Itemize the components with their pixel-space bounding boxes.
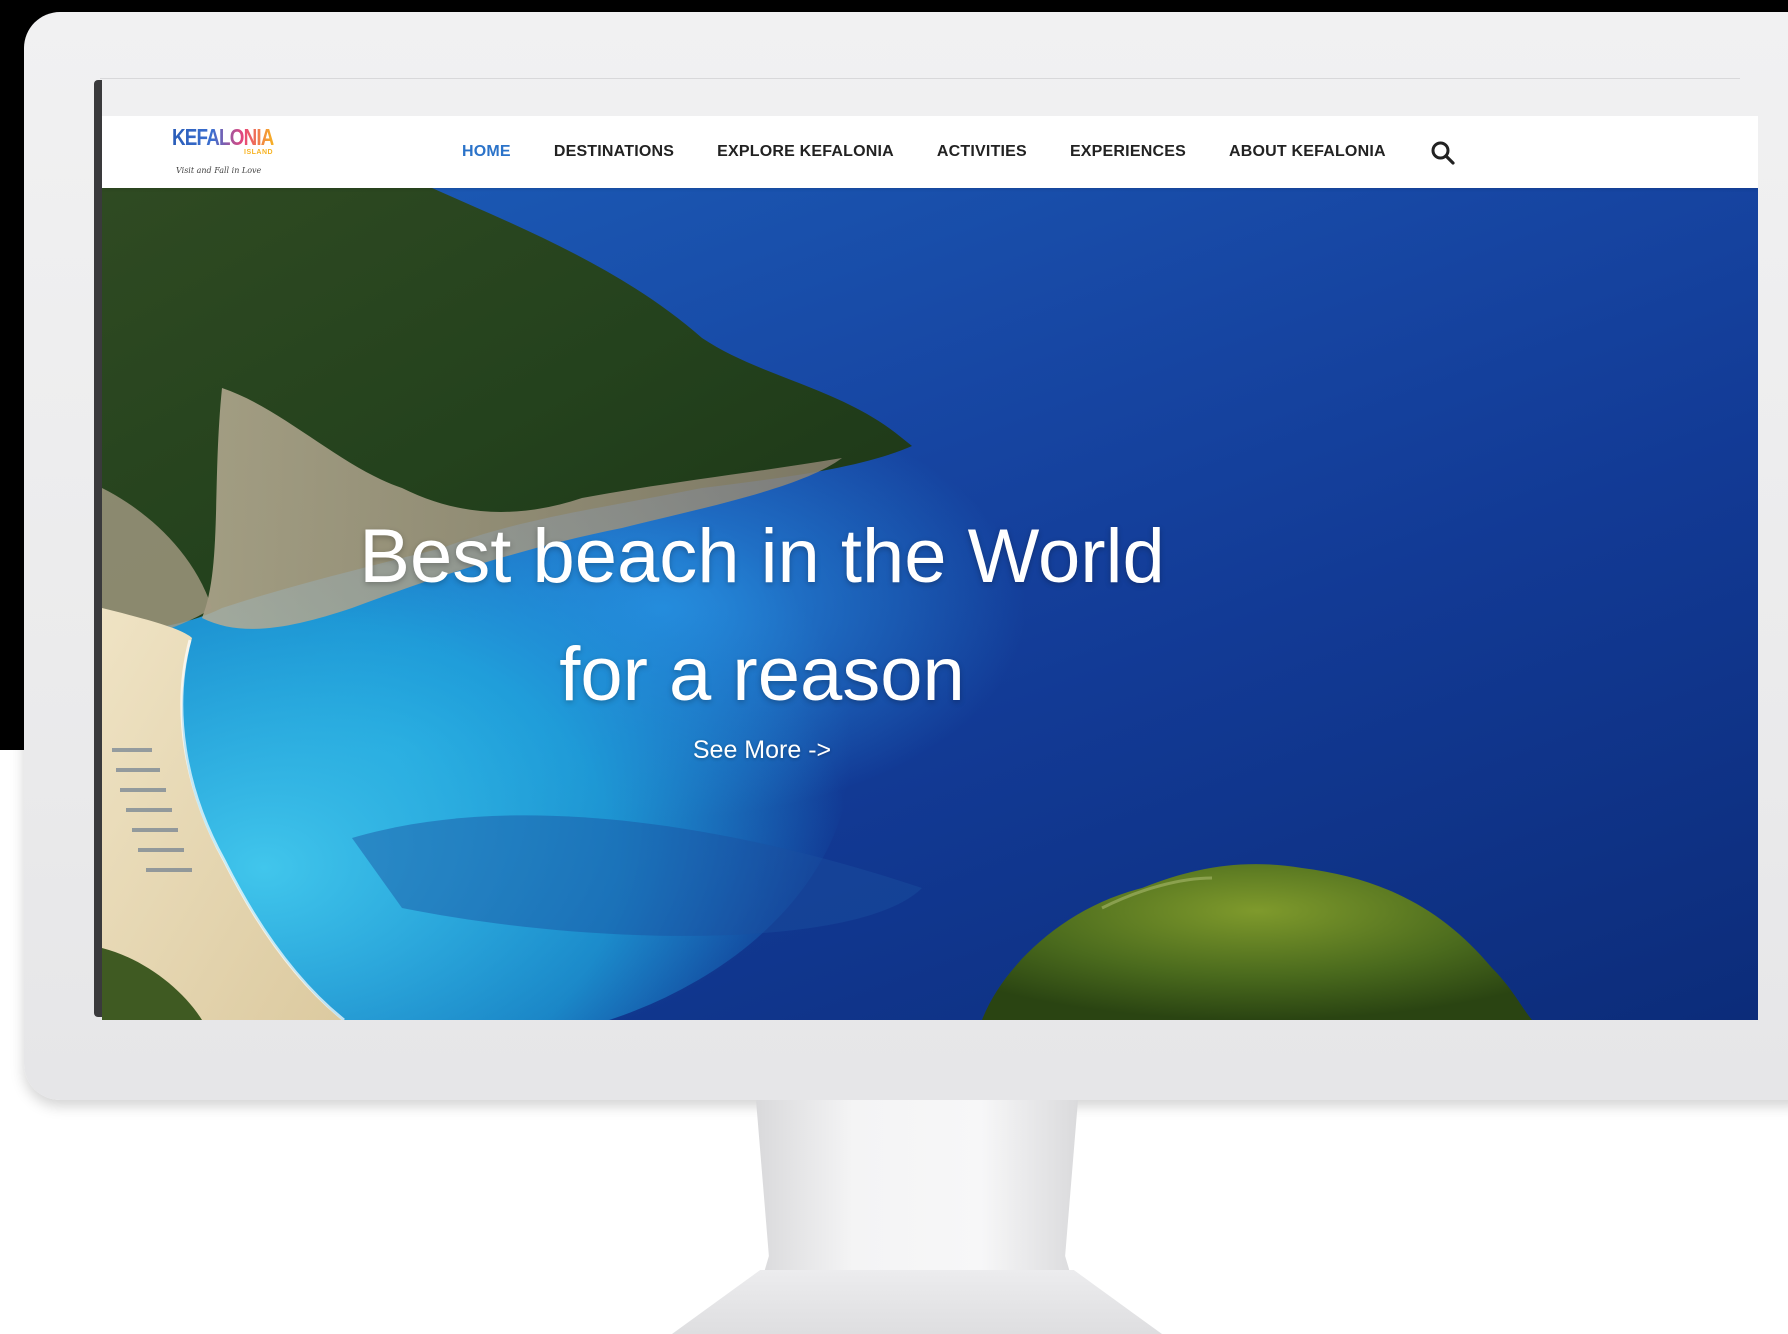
logo-tagline: Visit and Fall in Love bbox=[176, 166, 262, 175]
nav-item-activities[interactable]: ACTIVITIES bbox=[937, 143, 1027, 161]
hero-content: Best beach in the World for a reason See… bbox=[352, 498, 1172, 765]
logo-subtitle: ISLAND bbox=[244, 149, 274, 156]
logo-wordmark: KEFALONIA bbox=[172, 124, 274, 150]
site-header: KEFALONIA ISLAND Visit and Fall in Love … bbox=[102, 116, 1758, 188]
screen-edge bbox=[94, 80, 102, 1017]
nav-item-destinations[interactable]: DESTINATIONS bbox=[554, 143, 674, 161]
site-logo[interactable]: KEFALONIA ISLAND Visit and Fall in Love bbox=[172, 122, 282, 182]
nav-item-experiences[interactable]: EXPERIENCES bbox=[1070, 143, 1186, 161]
see-more-link[interactable]: See More -> bbox=[693, 736, 831, 765]
search-icon[interactable] bbox=[1430, 140, 1456, 166]
nav-item-explore-kefalonia[interactable]: EXPLORE KEFALONIA bbox=[717, 143, 894, 161]
monitor-divider bbox=[100, 78, 1740, 79]
main-nav: HOME DESTINATIONS EXPLORE KEFALONIA ACTI… bbox=[462, 116, 1386, 188]
monitor-screen: KEFALONIA ISLAND Visit and Fall in Love … bbox=[102, 116, 1758, 1020]
nav-item-home[interactable]: HOME bbox=[462, 143, 511, 161]
hero-title-line2: for a reason bbox=[559, 632, 965, 717]
nav-item-about-kefalonia[interactable]: ABOUT KEFALONIA bbox=[1229, 143, 1386, 161]
stage: KEFALONIA ISLAND Visit and Fall in Love … bbox=[0, 0, 1788, 1334]
hero-title-line1: Best beach in the World bbox=[359, 514, 1165, 599]
hero-banner: Best beach in the World for a reason See… bbox=[102, 188, 1758, 1020]
